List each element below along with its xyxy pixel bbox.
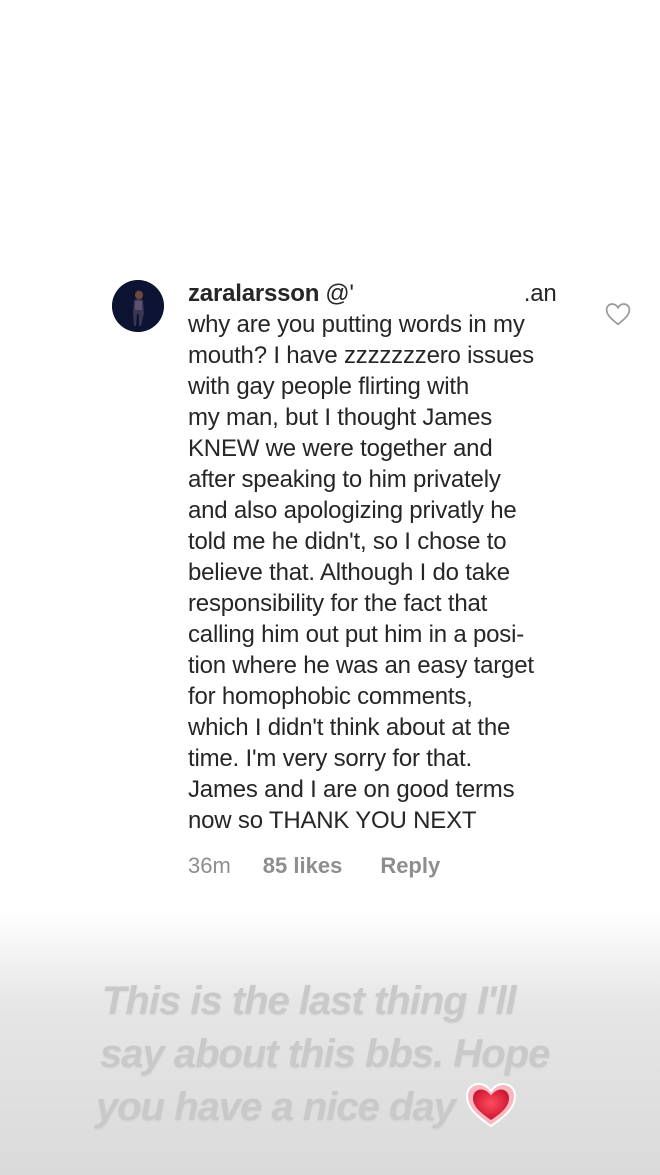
comment-time: 36m xyxy=(188,853,231,878)
comment-line: KNEW we were together and xyxy=(188,435,493,462)
comment-line: with gay people flirting with xyxy=(188,373,470,400)
mention-end[interactable]: .an xyxy=(524,280,557,307)
comment-text: zaralarsson @' .an why are you putting wor… xyxy=(188,278,598,836)
comment-line: now so THANK YOU NEXT xyxy=(188,807,477,834)
comment-line: and also apologizing privatly he xyxy=(188,497,517,524)
comment-line: for homophobic comments, xyxy=(188,683,473,710)
caption-line: you have a nice day xyxy=(96,1085,456,1129)
comment-line: tion where he was an easy target xyxy=(188,652,534,679)
likes-count[interactable]: 85 likes xyxy=(263,853,343,878)
heart-outline-icon[interactable] xyxy=(605,302,631,326)
caption-line-with-sticker: you have a nice day xyxy=(96,1081,616,1134)
comment-line: told me he didn't, so I chose to xyxy=(188,528,507,555)
reply-button[interactable]: Reply xyxy=(380,853,440,878)
comment-line: after speaking to him privately xyxy=(188,466,501,493)
comment-line: why are you putting words in my xyxy=(188,311,525,338)
comment-line: my man, but I thought James xyxy=(188,404,493,431)
comment-line: believe that. Although I do take xyxy=(188,559,510,586)
caption-line: This is the last thing I'll xyxy=(102,979,517,1023)
comment-line: James and I are on good terms xyxy=(188,776,515,803)
comment-meta: 36m 85 likes Reply xyxy=(188,853,440,879)
comment-line: mouth? I have zzzzzzzero issues xyxy=(188,342,534,369)
comment-line: which I didn't think about at the xyxy=(188,714,511,741)
story-caption: This is the last thing I'll say about th… xyxy=(96,975,616,1134)
mention-start[interactable]: @' xyxy=(325,280,354,307)
avatar[interactable] xyxy=(112,280,164,332)
heart-sticker-icon xyxy=(465,1082,517,1128)
comment-line: calling him out put him in a posi- xyxy=(188,621,525,648)
caption-line: say about this bbs. Hope xyxy=(100,1032,550,1076)
comment-line: time. I'm very sorry for that. xyxy=(188,745,472,772)
comment-username[interactable]: zaralarsson xyxy=(188,280,319,307)
comment-line: responsibility for the fact that xyxy=(188,590,488,617)
avatar-image xyxy=(112,280,164,332)
